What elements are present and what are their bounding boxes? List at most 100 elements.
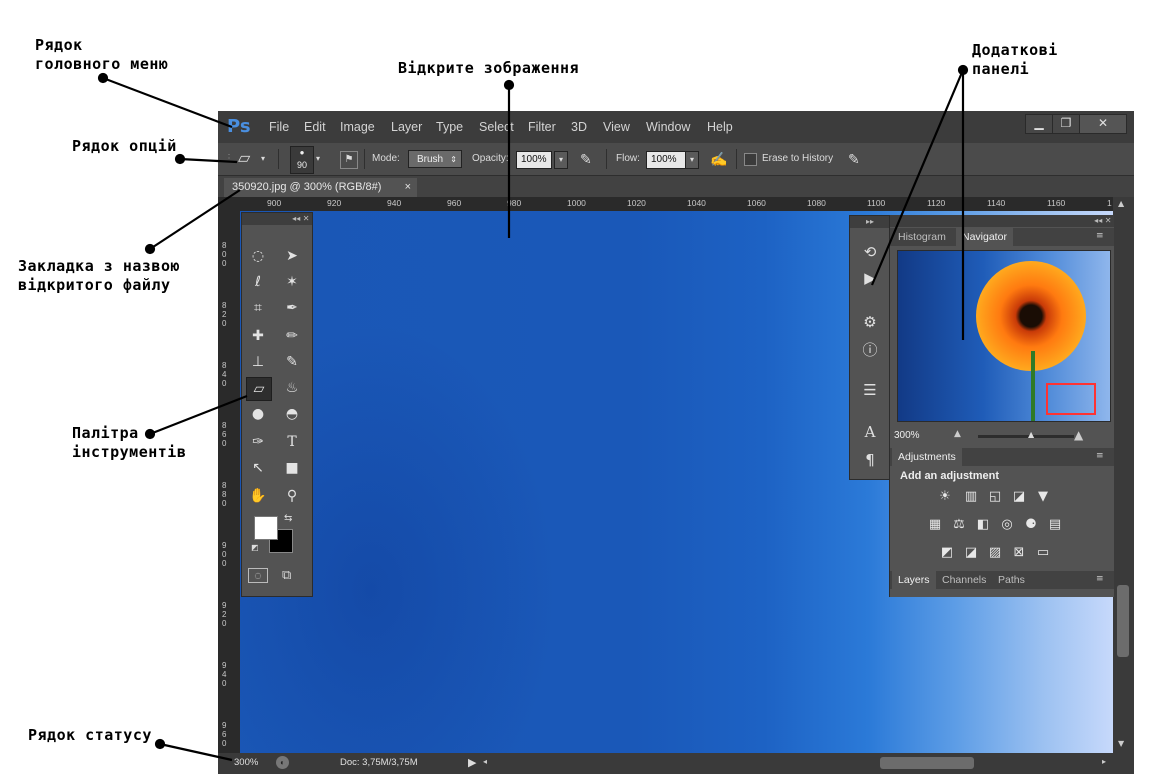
zoom-in-icon[interactable]: ▲ [1074,428,1083,442]
collapse-icon[interactable]: ◂◂ [292,214,300,223]
tab-histogram[interactable]: Histogram [892,228,952,246]
document-tab[interactable]: 350920.jpg @ 300% (RGB/8#) × [224,178,417,197]
swap-colors-icon[interactable]: ⇆ [284,513,292,524]
menu-select[interactable]: Select [479,120,514,134]
mode-select[interactable]: Brush ⇕ [408,150,462,168]
foreground-color-swatch[interactable] [254,516,278,540]
opacity-dropdown-icon[interactable]: ▾ [554,151,568,169]
panels-header[interactable]: ◂◂ ✕ [890,215,1114,227]
character-panel-icon[interactable]: A [860,422,880,442]
dodge-icon[interactable]: ◓ [280,403,304,425]
paragraph-panel-icon[interactable]: ¶ [860,450,880,470]
invert-icon[interactable]: ◩ [938,545,956,561]
pressure-size-icon[interactable]: ✎ [848,143,860,175]
tab-channels[interactable]: Channels [936,571,992,589]
navigator-thumbnail[interactable] [897,250,1111,422]
eyedropper-icon[interactable]: ✒ [280,297,304,319]
posterize-icon[interactable]: ◪ [962,545,980,561]
exposure-icon[interactable]: ◪ [1010,489,1028,505]
menu-file[interactable]: File [269,120,289,134]
status-zoom[interactable]: 300% [234,757,258,768]
crop-icon[interactable]: ⌗ [246,297,270,319]
clone-source-panel-icon[interactable]: ☰ [860,380,880,400]
levels-icon[interactable]: ▥ [962,489,980,505]
magic-wand-icon[interactable]: ✶ [280,271,304,293]
scroll-up-icon[interactable]: ▲ [1118,199,1124,208]
brush-dropdown-icon[interactable]: ▾ [316,143,320,175]
shape-icon[interactable]: ■ [280,457,304,479]
tab-paths[interactable]: Paths [992,571,1031,589]
tab-layers[interactable]: Layers [892,571,936,589]
screen-mode-icon[interactable]: ⧉ [282,568,291,583]
tab-close-icon[interactable]: × [405,178,411,197]
gradient-map-icon[interactable]: ▭ [1034,545,1052,561]
vertical-scrollbar[interactable]: ▲ ▼ [1113,197,1134,753]
tab-adjustments[interactable]: Adjustments [892,448,962,466]
maximize-button[interactable]: ❐ [1052,114,1080,134]
brush-icon[interactable]: ✏ [280,325,304,347]
blur-icon[interactable]: ● [246,403,270,425]
pressure-opacity-icon[interactable]: ✎ [580,143,592,175]
flow-input[interactable]: 100% [646,151,688,169]
menu-edit[interactable]: Edit [304,120,326,134]
close-icon[interactable]: ✕ [1105,216,1112,225]
type-icon[interactable]: T [280,431,304,453]
photo-filter-icon[interactable]: ◎ [998,517,1016,533]
default-colors-icon[interactable]: ◩ [251,543,259,552]
scroll-down-icon[interactable]: ▼ [1118,739,1124,748]
actions-panel-icon[interactable]: ▶ [860,268,880,288]
menu-view[interactable]: View [603,120,630,134]
zoom-out-icon[interactable]: ▲ [954,429,961,439]
scrollbar-thumb[interactable] [1117,585,1129,657]
brush-panel-toggle-icon[interactable]: ⚑ [340,151,358,169]
eraser-preset-icon[interactable]: ▱ [238,143,250,175]
menu-type[interactable]: Type [436,120,463,134]
tab-navigator[interactable]: Navigator [956,228,1013,246]
airbrush-icon[interactable]: ✍ [710,143,727,175]
collapse-icon[interactable]: ◂◂ [1094,216,1102,225]
status-menu-arrow-icon[interactable]: ▶ [468,756,476,769]
pen-icon[interactable]: ✑ [246,431,270,453]
stamp-icon[interactable]: ⊥ [246,351,270,373]
erase-history-checkbox[interactable] [744,153,757,166]
history-brush-icon[interactable]: ✎ [280,351,304,373]
menu-window[interactable]: Window [646,120,690,134]
menu-3d[interactable]: 3D [571,120,587,134]
menu-image[interactable]: Image [340,120,375,134]
tools-panel-header[interactable]: ◂◂ ✕ [242,213,312,225]
opacity-input[interactable]: 100% [516,151,552,169]
zoom-slider[interactable] [978,435,1074,438]
menu-layer[interactable]: Layer [391,120,422,134]
scroll-right-icon[interactable]: ▸ [1102,757,1106,766]
zoom-icon[interactable]: ⚲ [280,485,304,507]
brightness-icon[interactable]: ☀ [936,489,954,505]
paint-bucket-icon[interactable]: ♨ [280,377,304,399]
black-white-icon[interactable]: ◧ [974,517,992,533]
properties-panel-icon[interactable]: ⚙ [860,312,880,332]
marquee-icon[interactable]: ◌ [246,245,270,267]
menu-filter[interactable]: Filter [528,120,556,134]
minimize-button[interactable]: ▁ [1025,114,1053,134]
history-panel-icon[interactable]: ⟲ [860,242,880,262]
scroll-left-icon[interactable]: ◂ [483,757,487,766]
zoom-slider-thumb[interactable]: ▲ [1028,430,1034,439]
status-info-icon[interactable]: ◐ [276,756,289,769]
vibrance-icon[interactable]: ▼ [1034,489,1052,505]
curves-icon[interactable]: ◱ [986,489,1004,505]
color-balance-icon[interactable]: ⚖ [950,517,968,533]
panel-menu-icon[interactable]: ≡ [1096,574,1104,584]
expand-icon[interactable]: ▸▸ [850,216,890,228]
threshold-icon[interactable]: ▨ [986,545,1004,561]
healing-icon[interactable]: ✚ [246,325,270,347]
navigator-view-frame[interactable] [1046,383,1096,415]
hue-saturation-icon[interactable]: ▦ [926,517,944,533]
brush-size-picker[interactable]: ● 90 [290,146,314,174]
panel-menu-icon[interactable]: ≡ [1096,451,1104,461]
flow-dropdown-icon[interactable]: ▾ [685,151,699,169]
selective-color-icon[interactable]: ⊠ [1010,545,1028,561]
quick-mask-icon[interactable]: ◌ [248,568,268,583]
lasso-icon[interactable]: ℓ [246,271,270,293]
close-icon[interactable]: ✕ [303,214,310,223]
hand-icon[interactable]: ✋ [246,485,270,507]
channel-mixer-icon[interactable]: ⚈ [1022,517,1040,533]
